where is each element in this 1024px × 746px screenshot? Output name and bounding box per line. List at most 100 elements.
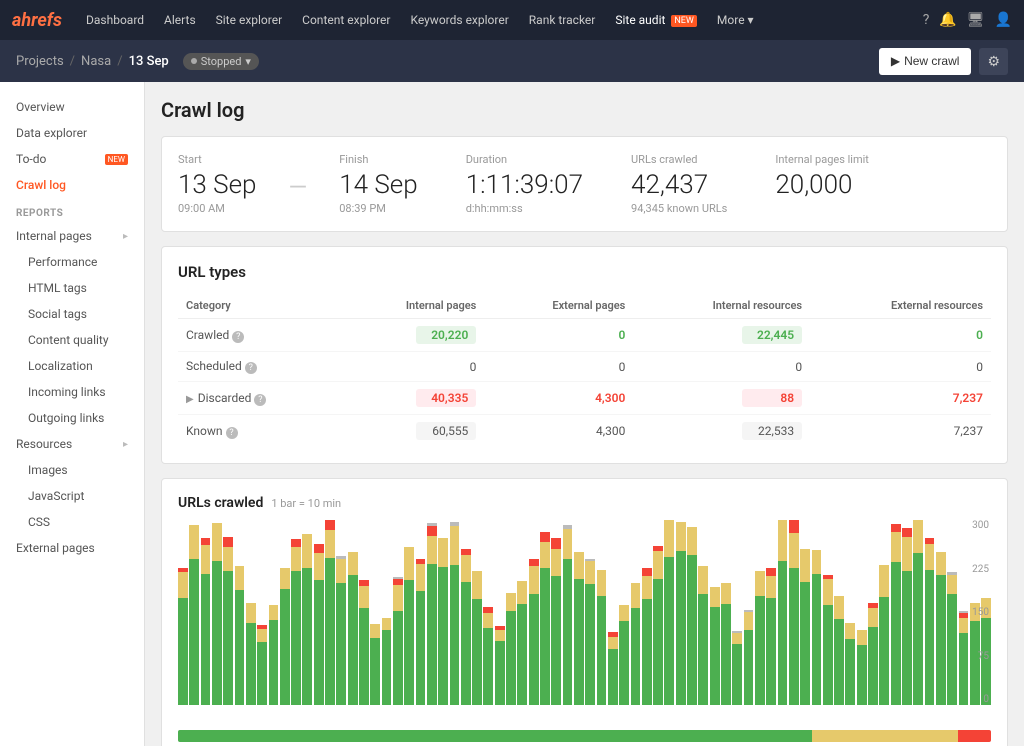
bar-group[interactable] xyxy=(687,520,697,705)
bar-group[interactable] xyxy=(642,520,652,705)
bar-group[interactable] xyxy=(370,520,380,705)
nav-alerts[interactable]: Alerts xyxy=(156,9,204,31)
bar-group[interactable] xyxy=(257,520,267,705)
nav-site-explorer[interactable]: Site explorer xyxy=(208,9,291,31)
bar-group[interactable] xyxy=(382,520,392,705)
bar-group[interactable] xyxy=(676,520,686,705)
bar-group[interactable] xyxy=(495,520,505,705)
bar-group[interactable] xyxy=(302,520,312,705)
bar-group[interactable] xyxy=(540,520,550,705)
screen-icon[interactable]: 🖥 xyxy=(967,12,985,28)
bar-group[interactable] xyxy=(529,520,539,705)
sidebar-item-resources[interactable]: Resources ▸ xyxy=(0,431,144,457)
bar-group[interactable] xyxy=(223,520,233,705)
bar-group[interactable] xyxy=(834,520,844,705)
bar-group[interactable] xyxy=(879,520,889,705)
sidebar-item-internal-pages[interactable]: Internal pages ▸ xyxy=(0,223,144,249)
sidebar-item-images[interactable]: Images xyxy=(0,457,144,483)
bar-group[interactable] xyxy=(314,520,324,705)
help-icon[interactable]: ? xyxy=(923,12,930,28)
sidebar-item-outgoing-links[interactable]: Outgoing links xyxy=(0,405,144,431)
bar-group[interactable] xyxy=(857,520,867,705)
bar-group[interactable] xyxy=(698,520,708,705)
bar-group[interactable] xyxy=(189,520,199,705)
nav-rank-tracker[interactable]: Rank tracker xyxy=(521,9,604,31)
breadcrumb-nasa[interactable]: Nasa xyxy=(81,54,111,69)
bar-group[interactable] xyxy=(359,520,369,705)
bar-group[interactable] xyxy=(925,520,935,705)
bar-group[interactable] xyxy=(427,520,437,705)
bar-group[interactable] xyxy=(936,520,946,705)
sidebar-item-html-tags[interactable]: HTML tags xyxy=(0,275,144,301)
bar-group[interactable] xyxy=(608,520,618,705)
bar-group[interactable] xyxy=(404,520,414,705)
bar-group[interactable] xyxy=(710,520,720,705)
user-icon[interactable]: 👤 xyxy=(995,12,1012,28)
bar-group[interactable] xyxy=(766,520,776,705)
bar-group[interactable] xyxy=(472,520,482,705)
bar-group[interactable] xyxy=(438,520,448,705)
bar-group[interactable] xyxy=(246,520,256,705)
sidebar-item-localization[interactable]: Localization xyxy=(0,353,144,379)
sidebar-item-crawl-log[interactable]: Crawl log xyxy=(0,172,144,198)
bar-group[interactable] xyxy=(585,520,595,705)
settings-button[interactable]: ⚙ xyxy=(979,48,1008,75)
bar-group[interactable] xyxy=(450,520,460,705)
bar-group[interactable] xyxy=(664,520,674,705)
bar-group[interactable] xyxy=(506,520,516,705)
nav-content-explorer[interactable]: Content explorer xyxy=(294,9,398,31)
nav-site-audit[interactable]: Site audit NEW xyxy=(607,9,705,31)
new-crawl-button[interactable]: ▶ New crawl xyxy=(879,48,972,75)
bar-group[interactable] xyxy=(789,520,799,705)
bar-group[interactable] xyxy=(778,520,788,705)
bar-group[interactable] xyxy=(902,520,912,705)
sidebar-item-overview[interactable]: Overview xyxy=(0,94,144,120)
bar-group[interactable] xyxy=(721,520,731,705)
bar-group[interactable] xyxy=(269,520,279,705)
bar-group[interactable] xyxy=(336,520,346,705)
bar-group[interactable] xyxy=(291,520,301,705)
bar-group[interactable] xyxy=(845,520,855,705)
bar-group[interactable] xyxy=(393,520,403,705)
nav-keywords-explorer[interactable]: Keywords explorer xyxy=(402,9,516,31)
bar-group[interactable] xyxy=(551,520,561,705)
bar-group[interactable] xyxy=(212,520,222,705)
bar-group[interactable] xyxy=(631,520,641,705)
status-badge[interactable]: Stopped ▾ xyxy=(183,53,259,70)
bar-group[interactable] xyxy=(574,520,584,705)
bar-group[interactable] xyxy=(913,520,923,705)
nav-more[interactable]: More ▾ xyxy=(709,9,762,31)
sidebar-item-social-tags[interactable]: Social tags xyxy=(0,301,144,327)
bar-group[interactable] xyxy=(823,520,833,705)
bar-group[interactable] xyxy=(755,520,765,705)
bar-group[interactable] xyxy=(461,520,471,705)
bar-group[interactable] xyxy=(744,520,754,705)
bar-group[interactable] xyxy=(280,520,290,705)
bar-group[interactable] xyxy=(563,520,573,705)
bar-group[interactable] xyxy=(416,520,426,705)
breadcrumb-projects[interactable]: Projects xyxy=(16,54,64,69)
sidebar-item-javascript[interactable]: JavaScript xyxy=(0,483,144,509)
sidebar-item-content-quality[interactable]: Content quality xyxy=(0,327,144,353)
bar-group[interactable] xyxy=(517,520,527,705)
bar-group[interactable] xyxy=(947,520,957,705)
sidebar-item-external-pages[interactable]: External pages xyxy=(0,535,144,561)
bar-group[interactable] xyxy=(348,520,358,705)
bar-group[interactable] xyxy=(891,520,901,705)
bar-group[interactable] xyxy=(597,520,607,705)
bar-group[interactable] xyxy=(201,520,211,705)
bar-group[interactable] xyxy=(800,520,810,705)
sidebar-item-to-do[interactable]: To-do NEW xyxy=(0,146,144,172)
sidebar-item-incoming-links[interactable]: Incoming links xyxy=(0,379,144,405)
bar-group[interactable] xyxy=(653,520,663,705)
bar-group[interactable] xyxy=(235,520,245,705)
bar-group[interactable] xyxy=(812,520,822,705)
bar-group[interactable] xyxy=(178,520,188,705)
sidebar-item-css[interactable]: CSS xyxy=(0,509,144,535)
bar-group[interactable] xyxy=(483,520,493,705)
bar-group[interactable] xyxy=(619,520,629,705)
notifications-icon[interactable]: 🔔 xyxy=(939,12,956,28)
bar-group[interactable] xyxy=(732,520,742,705)
sidebar-item-data-explorer[interactable]: Data explorer xyxy=(0,120,144,146)
nav-dashboard[interactable]: Dashboard xyxy=(78,9,152,31)
